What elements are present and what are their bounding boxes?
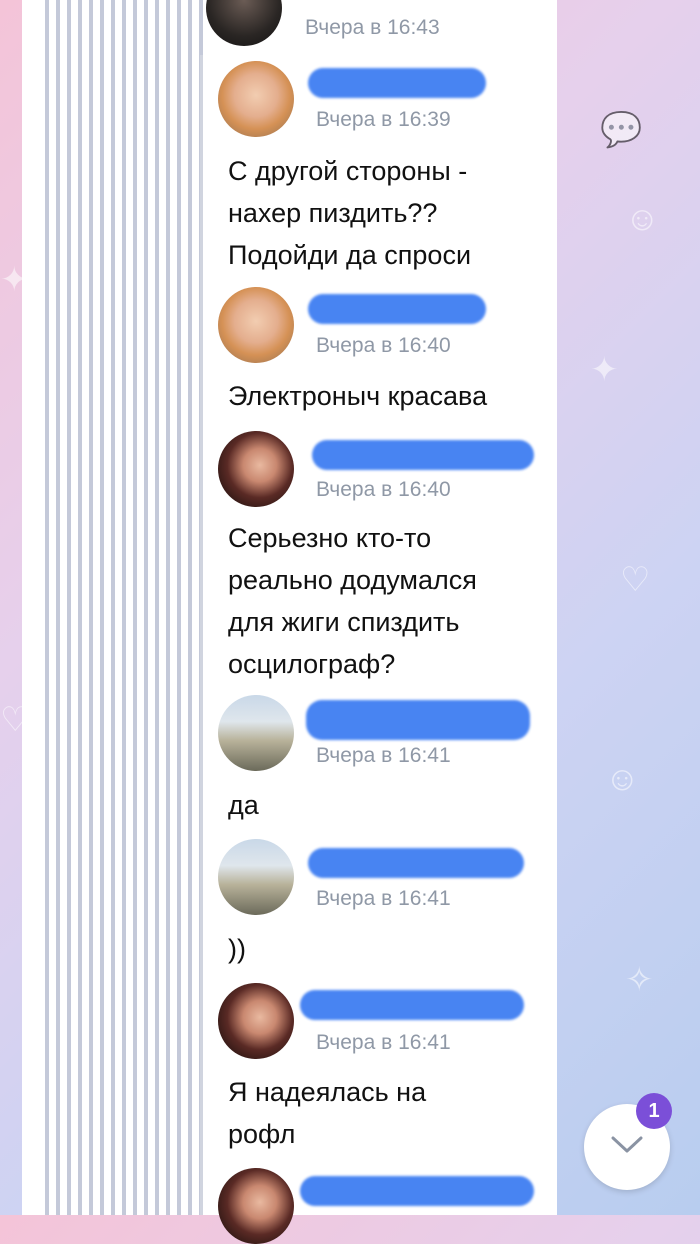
message-time: Вчера в 16:41	[316, 1031, 451, 1054]
redacted-author-name	[308, 294, 486, 324]
thread-line	[200, 55, 203, 1215]
background-doodle: ✧	[625, 961, 654, 999]
background-doodle: ☺	[625, 200, 660, 238]
redacted-author-name	[312, 440, 534, 470]
redacted-author-name	[308, 68, 486, 98]
redacted-author-name	[306, 700, 530, 740]
avatar[interactable]	[218, 839, 294, 915]
message-time: Вчера в 16:39	[316, 108, 451, 131]
message-text: Серьезно кто-то реально додумался для жи…	[228, 523, 477, 679]
message-text: да	[228, 790, 259, 820]
background-doodle: ✦	[590, 351, 619, 389]
message-time: Вчера в 16:40	[316, 334, 451, 357]
redacted-author-name	[300, 990, 524, 1020]
message-time: Вчера в 16:40	[316, 478, 451, 501]
redacted-author-name	[300, 1176, 534, 1206]
avatar[interactable]	[218, 431, 294, 507]
avatar[interactable]	[218, 983, 294, 1059]
message-text: Электроныч красава	[228, 381, 488, 411]
message-text: Я надеялась на рофл	[228, 1077, 427, 1149]
avatar[interactable]	[218, 61, 294, 137]
unread-badge: 1	[636, 1093, 672, 1129]
message-text: С другой стороны - нахер пиздить?? Подой…	[228, 156, 472, 270]
background-doodle: ♡	[620, 561, 651, 599]
thread-indent-stripes	[45, 0, 203, 1215]
message-time: Вчера в 16:41	[316, 744, 451, 767]
avatar[interactable]	[218, 287, 294, 363]
chevron-down-icon	[610, 1135, 644, 1160]
avatar[interactable]	[218, 1168, 294, 1244]
message-text: ))	[228, 934, 246, 964]
background-doodle: ☺	[605, 760, 640, 798]
avatar[interactable]	[218, 695, 294, 771]
message-time: Вчера в 16:41	[316, 887, 451, 910]
redacted-author-name	[308, 848, 524, 878]
message-time: Вчера в 16:43	[305, 16, 440, 39]
background-doodle: 💬	[600, 111, 643, 149]
